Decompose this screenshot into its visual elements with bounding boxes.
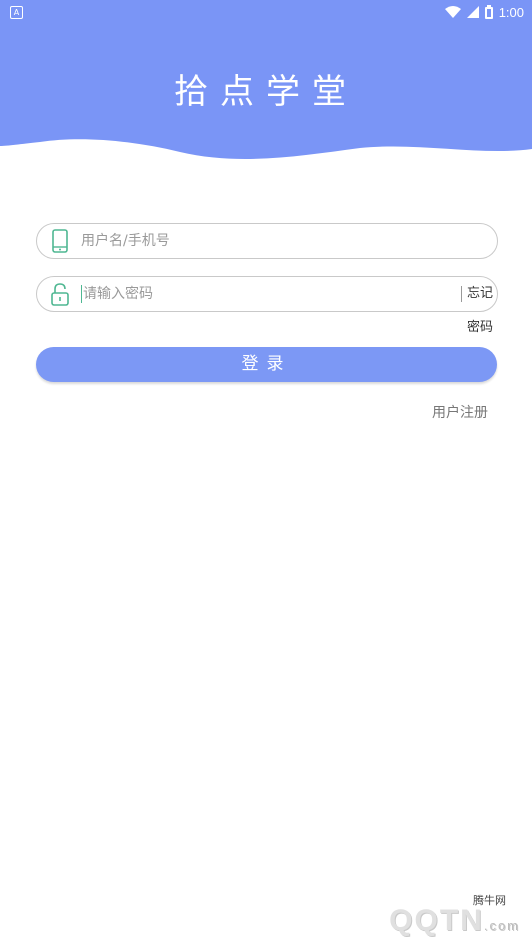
- notification-icon: A: [10, 6, 23, 19]
- header-banner: 拾点学堂: [0, 24, 532, 164]
- battery-icon: [484, 5, 493, 19]
- login-button[interactable]: 登录: [36, 347, 497, 382]
- app-title: 拾点学堂: [174, 72, 358, 112]
- username-field[interactable]: 用户名/手机号: [36, 223, 498, 259]
- username-placeholder: 用户名/手机号: [81, 233, 170, 249]
- cellular-signal-icon: [466, 6, 479, 18]
- status-time: 1:00: [498, 4, 524, 20]
- phone-icon: [49, 229, 71, 253]
- text-cursor: [81, 285, 82, 303]
- password-placeholder: 请输入密码: [83, 286, 153, 302]
- watermark: 腾牛网 QQTN.com: [322, 890, 522, 938]
- watermark-logo: QQTN.com: [389, 904, 520, 937]
- wifi-icon: [444, 6, 461, 18]
- register-link[interactable]: 用户注册: [432, 402, 488, 422]
- field-divider: [461, 286, 462, 302]
- unlock-icon: [49, 282, 71, 306]
- password-field[interactable]: 请输入密码 忘记密码: [36, 276, 498, 335]
- status-indicators: 1:00: [444, 3, 524, 21]
- status-bar: A 1:00: [0, 0, 532, 24]
- forgot-password-link[interactable]: 忘记密码: [467, 277, 497, 335]
